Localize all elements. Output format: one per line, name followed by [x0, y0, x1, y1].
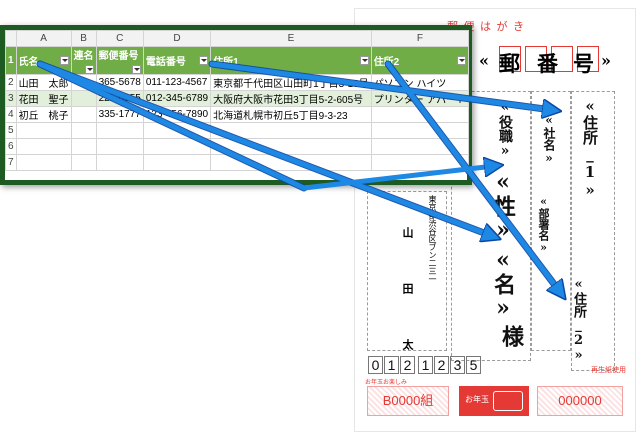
mapping-arrows [36, 60, 640, 435]
arrow-name-to-lastname [37, 61, 307, 191]
arrow-address1 [209, 61, 552, 110]
